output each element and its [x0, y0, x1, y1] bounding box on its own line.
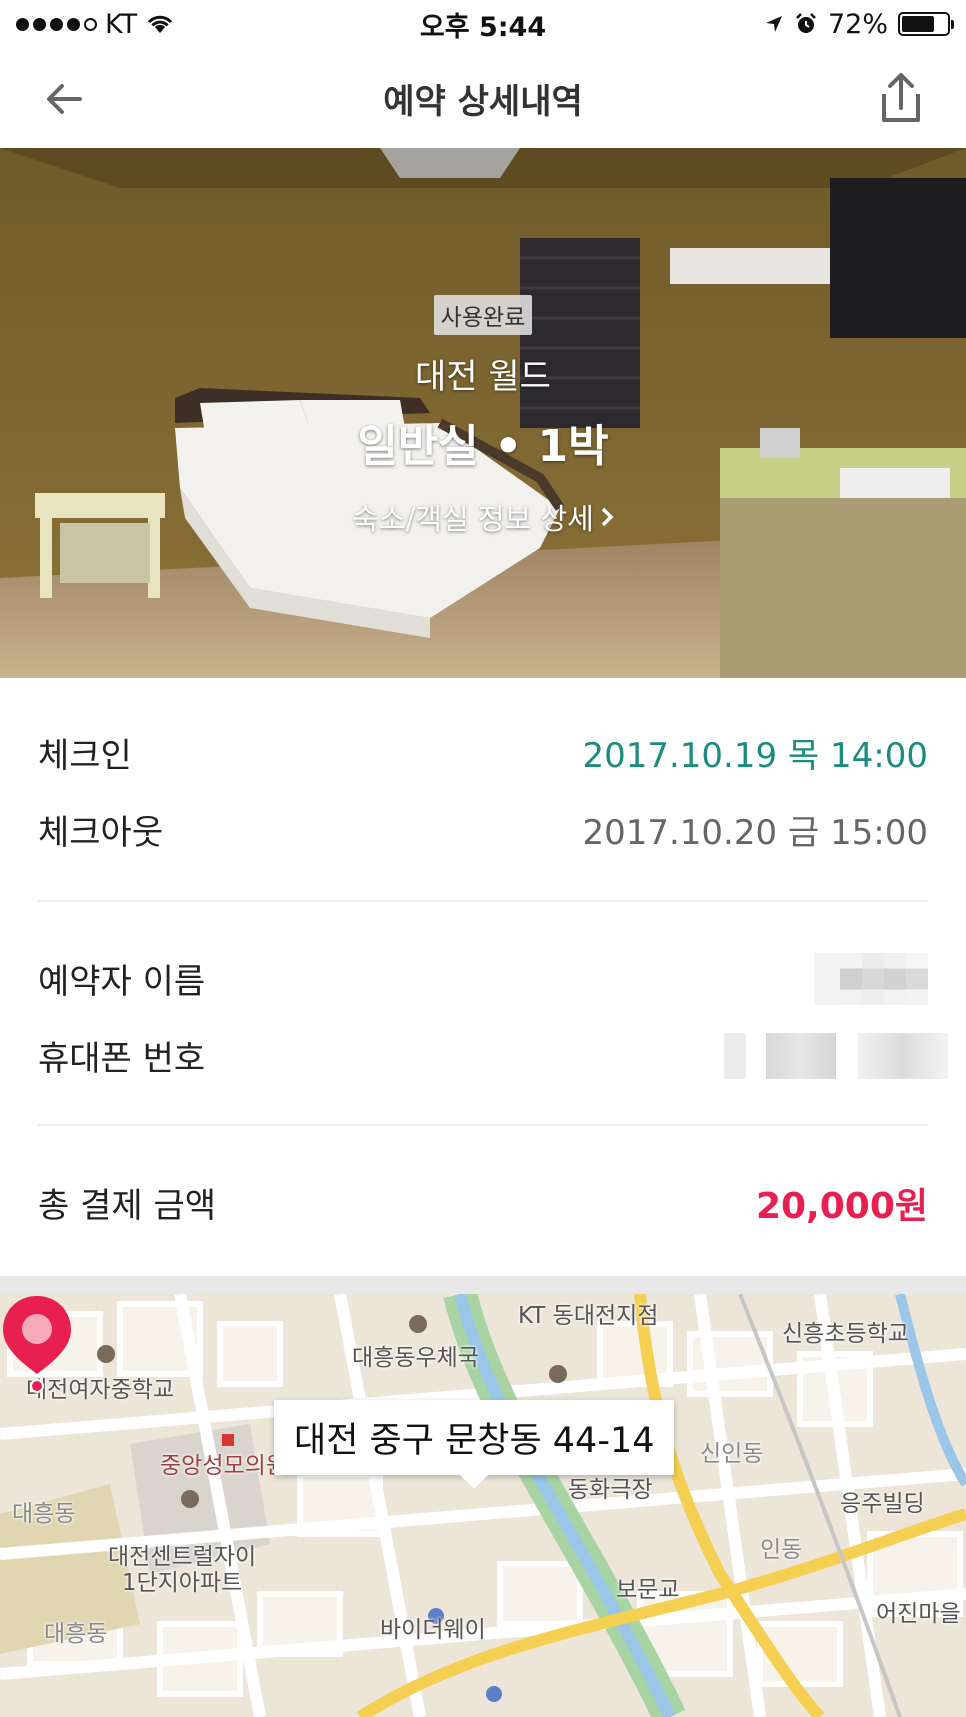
checkin-label: 체크인 — [38, 736, 132, 776]
room-detail-link[interactable]: 숙소/객실 정보 상세 — [352, 496, 614, 538]
phone-row: 휴대폰 번호 — [38, 1017, 948, 1094]
room-detail-link-label: 숙소/객실 정보 상세 — [352, 502, 594, 536]
phone-value-blurred — [724, 1032, 948, 1079]
checkout-label: 체크아웃 — [38, 813, 164, 853]
wifi-icon — [148, 15, 173, 33]
map-label: 대전센트럴자이 1단지아파트 — [108, 1544, 257, 1596]
payment-section: 총 결제 금액 20,000원 — [38, 1164, 928, 1241]
map-label: 신흥초등학교 — [782, 1321, 909, 1347]
guest-section: 예약자 이름 휴대폰 번호 — [38, 940, 948, 1094]
nav-bar: 예약 상세내역 — [0, 48, 966, 148]
guest-name-value-blurred — [814, 952, 928, 1005]
battery-icon — [898, 12, 954, 36]
map-label: 동화극장 — [568, 1477, 653, 1503]
guest-name-row: 예약자 이름 — [38, 940, 928, 1017]
alarm-icon — [796, 13, 816, 33]
chevron-right-icon — [601, 507, 614, 527]
status-badge: 사용완료 — [433, 295, 533, 335]
total-label: 총 결제 금액 — [38, 1186, 217, 1226]
guest-name-label: 예약자 이름 — [38, 962, 206, 1002]
map-label: 어진마을 — [876, 1601, 961, 1627]
phone-label: 휴대폰 번호 — [38, 1039, 206, 1079]
divider — [38, 900, 928, 902]
map-label: KT 동대전지점 — [518, 1303, 659, 1329]
stay-section: 체크인 2017.10.19 목 14:00 체크아웃 2017.10.20 금… — [38, 714, 928, 868]
page-title: 예약 상세내역 — [383, 81, 583, 122]
room-photo-banner[interactable]: 사용완료 대전 월드 일반실 • 1박 숙소/객실 정보 상세 — [0, 148, 966, 678]
checkout-row: 체크아웃 2017.10.20 금 15:00 — [38, 791, 928, 868]
hotel-name: 대전 월드 — [415, 357, 551, 397]
checkout-value: 2017.10.20 금 15:00 — [582, 813, 928, 853]
carrier-label: KT — [105, 8, 138, 40]
back-arrow-icon[interactable] — [40, 74, 90, 124]
room-info: 일반실 • 1박 — [357, 421, 609, 472]
checkin-value: 2017.10.19 목 14:00 — [582, 736, 928, 776]
share-icon[interactable] — [876, 72, 926, 126]
checkin-row: 체크인 2017.10.19 목 14:00 — [38, 714, 928, 791]
status-bar: KT 오후 5:44 72% — [0, 0, 966, 48]
map-pin-icon — [3, 1296, 71, 1393]
signal-strength-icon — [16, 17, 97, 31]
hero-overlay: 사용완료 대전 월드 일반실 • 1박 숙소/객실 정보 상세 — [0, 148, 966, 678]
map-label: 응주빌딩 — [840, 1491, 925, 1517]
location-arrow-icon — [765, 16, 782, 32]
battery-percent: 72% — [827, 8, 888, 40]
map-label: 신인동 — [700, 1441, 764, 1467]
map-label: 대흥동 — [44, 1621, 108, 1647]
section-separator — [0, 1276, 966, 1294]
total-row: 총 결제 금액 20,000원 — [38, 1164, 928, 1241]
divider — [38, 1124, 928, 1126]
map-label: 중앙성모의원 — [160, 1453, 287, 1479]
location-map[interactable]: KT 동대전지점 신흥초등학교 대흥동우체국 대전여자중학교 중앙성모의원 신인… — [0, 1294, 966, 1717]
map-label: 보문교 — [616, 1577, 680, 1603]
map-label: 인동 — [760, 1537, 803, 1563]
total-value: 20,000원 — [755, 1185, 928, 1227]
map-label: 대흥동우체국 — [352, 1345, 479, 1371]
address-callout: 대전 중구 문창동 44-14 — [274, 1400, 675, 1489]
status-right: 72% — [764, 8, 954, 40]
map-label: 바이더웨이 — [380, 1617, 486, 1643]
status-left: KT — [16, 9, 175, 40]
map-tiles — [0, 1294, 966, 1717]
map-label: 대흥동 — [12, 1501, 76, 1527]
